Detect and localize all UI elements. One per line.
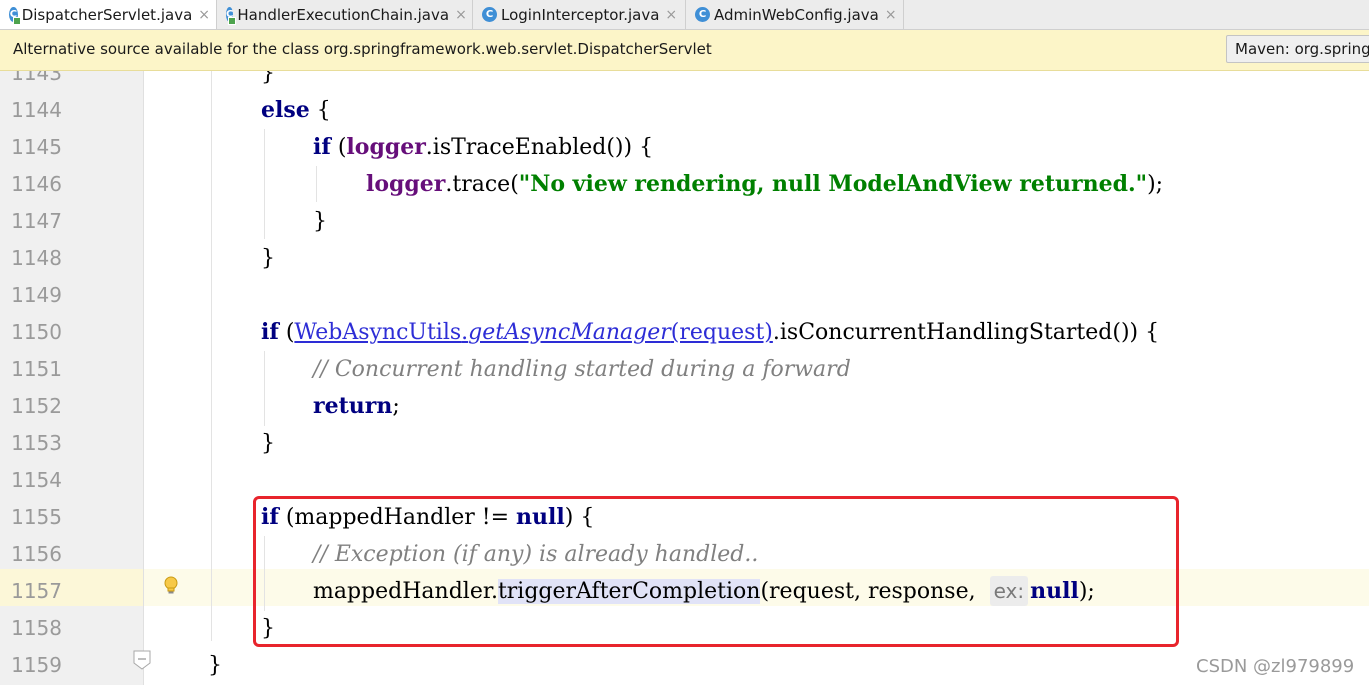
tab-label: LoginInterceptor.java xyxy=(501,5,660,24)
line-number: 1149 xyxy=(11,283,62,307)
field-ref: logger xyxy=(366,171,446,197)
keyword: if xyxy=(313,134,331,160)
keyword: return xyxy=(313,393,393,419)
code-line-1152: return; xyxy=(313,388,400,425)
class-icon: C xyxy=(695,7,710,22)
line-number: 1157 xyxy=(11,579,62,603)
close-icon[interactable]: × xyxy=(665,7,677,23)
watermark: CSDN @zl979899 xyxy=(1196,656,1355,677)
code-line-1144: else { xyxy=(261,92,331,129)
tab-label: HandlerExecutionChain.java xyxy=(237,5,450,24)
line-number: 1143 xyxy=(11,71,62,85)
banner-message: Alternative source available for the cla… xyxy=(13,40,712,58)
line-number: 1154 xyxy=(11,468,62,492)
code-line-1159: } xyxy=(208,653,222,678)
code-line-1145: if (logger.isTraceEnabled()) { xyxy=(313,129,653,166)
method-link-args[interactable]: (request) xyxy=(671,320,773,345)
line-number: 1156 xyxy=(11,542,62,566)
line-number: 1152 xyxy=(11,394,62,418)
code-line-1151-comment: // Concurrent handling started during a … xyxy=(313,357,851,382)
field-ref: logger xyxy=(346,134,426,160)
indent-guide xyxy=(316,166,317,202)
code-text: ; xyxy=(392,394,400,419)
code-line-1146: logger.trace("No view rendering, null Mo… xyxy=(366,166,1163,203)
string-literal: "No view rendering, null ModelAndView re… xyxy=(518,171,1148,197)
code-editor[interactable]: 1143 1144 1145 1146 1147 1148 1149 1150 … xyxy=(0,71,1369,685)
code-line-1153: } xyxy=(261,431,275,456)
line-number: 1144 xyxy=(11,98,62,122)
tab-adminwebconfig[interactable]: C AdminWebConfig.java × xyxy=(686,0,904,29)
tab-logininterceptor[interactable]: C LoginInterceptor.java × xyxy=(473,0,686,29)
code-text: .isTraceEnabled()) { xyxy=(425,135,654,160)
code-line-1143: } xyxy=(261,71,275,86)
keyword: else xyxy=(261,97,310,123)
line-number: 1147 xyxy=(11,209,62,233)
highlight-annotation-box xyxy=(253,496,1179,647)
close-icon[interactable]: × xyxy=(198,7,210,23)
class-icon: C xyxy=(9,7,21,25)
line-number: 1158 xyxy=(11,616,62,640)
close-icon[interactable]: × xyxy=(455,7,467,23)
indent-guide xyxy=(264,129,265,239)
code-line-1150: if (WebAsyncUtils.getAsyncManager(reques… xyxy=(261,314,1159,351)
class-icon: C xyxy=(482,7,497,22)
code-text: ); xyxy=(1147,172,1164,197)
line-number: 1159 xyxy=(11,653,62,677)
class-icon: C xyxy=(226,7,237,25)
tab-handlerexecutionchain[interactable]: C HandlerExecutionChain.java × xyxy=(217,0,473,29)
line-number: 1151 xyxy=(11,357,62,381)
code-text: ( xyxy=(278,320,295,345)
line-number: 1145 xyxy=(11,135,62,159)
close-icon[interactable]: × xyxy=(885,7,897,23)
line-number: 1155 xyxy=(11,505,62,529)
line-number: 1146 xyxy=(11,172,62,196)
tab-label: DispatcherServlet.java xyxy=(21,5,193,24)
code-text: .trace( xyxy=(445,172,519,197)
line-number: 1153 xyxy=(11,431,62,455)
line-number: 1148 xyxy=(11,246,62,270)
editor-tab-bar: C DispatcherServlet.java × C HandlerExec… xyxy=(0,0,1369,30)
code-text: { xyxy=(309,98,331,123)
code-line-1148: } xyxy=(261,246,275,271)
alternative-source-banner: Alternative source available for the cla… xyxy=(0,30,1369,71)
code-text: .isConcurrentHandlingStarted()) { xyxy=(772,320,1160,345)
line-number: 1150 xyxy=(11,320,62,344)
code-line-1147: } xyxy=(313,209,327,234)
indent-guide xyxy=(211,71,212,641)
class-link[interactable]: WebAsyncUtils xyxy=(294,320,461,345)
fold-marker-icon[interactable] xyxy=(132,649,152,671)
code-text: ( xyxy=(330,135,347,160)
tab-dispatcherservlet[interactable]: C DispatcherServlet.java × xyxy=(0,0,217,29)
indent-guide xyxy=(264,351,265,426)
keyword: if xyxy=(261,319,279,345)
tab-label: AdminWebConfig.java xyxy=(714,5,879,24)
lightbulb-icon[interactable] xyxy=(163,575,179,597)
method-link[interactable]: getAsyncManager xyxy=(468,320,671,345)
maven-source-button[interactable]: Maven: org.springf xyxy=(1226,35,1369,63)
